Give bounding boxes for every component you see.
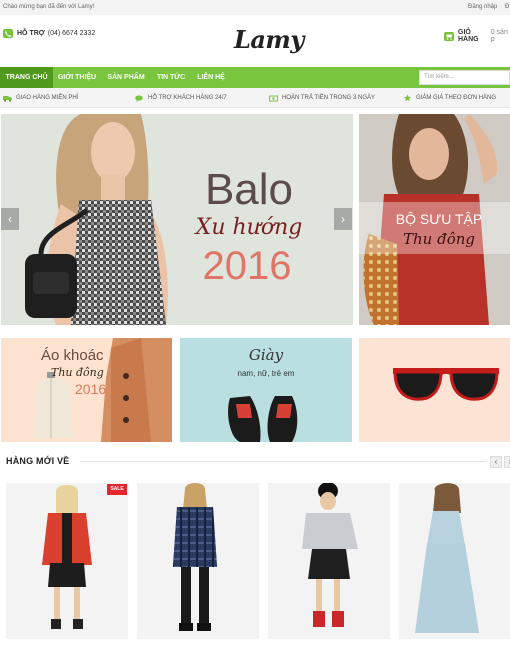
- carousel-prev-button[interactable]: ‹: [490, 456, 502, 468]
- section-title: HÀNG MỚI VỀ: [6, 456, 70, 466]
- hotline-label: HỖ TRỢ: [17, 30, 45, 37]
- product-image: [137, 483, 259, 639]
- hero-image: Balo Xu hướng 2016: [1, 114, 353, 325]
- promo-shoes[interactable]: Giày nam, nữ, trẻ em: [180, 338, 352, 442]
- cart-label: GIỎ HÀNG: [458, 29, 479, 43]
- register-link[interactable]: Đ: [505, 4, 509, 10]
- hotline: HỖ TRỢ (04) 6674 2332: [3, 29, 95, 38]
- promo-sunglasses[interactable]: [359, 338, 510, 442]
- search-input[interactable]: Tìm kiếm...: [419, 70, 510, 85]
- product-image: [268, 483, 390, 639]
- cart-icon: [444, 31, 454, 41]
- collection-image: BỘ SƯU TẬP Thu đông: [359, 114, 510, 325]
- section-divider: [80, 461, 486, 462]
- promo-coat-subtitle: Thu đông: [51, 366, 104, 379]
- product-card[interactable]: [268, 483, 390, 639]
- nav-item-products[interactable]: SẢN PHẨM: [101, 67, 151, 88]
- feature-label: GIAO HÀNG MIỄN PHÍ: [16, 95, 79, 101]
- feature-free-shipping: GIAO HÀNG MIỄN PHÍ: [3, 88, 78, 108]
- promo-sunglasses-image: [359, 338, 510, 442]
- hotline-number: (04) 6674 2332: [47, 30, 96, 37]
- money-icon: [269, 95, 278, 101]
- product-image: [399, 483, 510, 639]
- product-image: [6, 483, 128, 639]
- promo-shoes-title: Giày: [249, 346, 284, 364]
- feature-label: HOÀN TRẢ TIỀN TRONG 3 NGÀY: [282, 95, 376, 101]
- welcome-text: Chào mừng bạn đã đến với Lamy!: [3, 4, 95, 10]
- cart-button[interactable]: GIỎ HÀNG 0 sản p: [444, 29, 510, 43]
- collection-subtitle: Thu đông: [403, 230, 475, 248]
- promo-coat-image: Áo khoác Thu đông 2016: [1, 338, 172, 442]
- page: Chào mừng bạn đã đến với Lamy! Đăng nhập…: [0, 0, 510, 648]
- product-card[interactable]: [399, 483, 510, 639]
- chat-icon: [135, 94, 143, 102]
- truck-icon: [3, 95, 12, 102]
- feature-label: HỖ TRỢ KHÁCH HÀNG 24/7: [148, 95, 227, 101]
- phone-icon: [3, 29, 13, 38]
- hero-year: 2016: [203, 244, 292, 288]
- feature-refund: HOÀN TRẢ TIỀN TRONG 3 NGÀY: [269, 88, 375, 108]
- slider-next-button[interactable]: ›: [334, 208, 352, 230]
- features-strip: GIAO HÀNG MIỄN PHÍ HỖ TRỢ KHÁCH HÀNG 24/…: [0, 88, 510, 108]
- header: HỖ TRỢ (04) 6674 2332 Lamy GIỎ HÀNG 0 sả…: [0, 15, 510, 65]
- main-nav: TRANG CHỦ GIỚI THIỆU SẢN PHẨM TIN TỨC LI…: [0, 67, 510, 88]
- product-card[interactable]: [6, 483, 128, 639]
- sale-badge: SALE: [107, 484, 127, 495]
- nav-item-home[interactable]: TRANG CHỦ: [0, 67, 53, 88]
- top-bar: Chào mừng bạn đã đến với Lamy! Đăng nhập…: [0, 0, 510, 15]
- hero-title: Balo: [205, 165, 293, 214]
- slider-prev-button[interactable]: ‹: [1, 208, 19, 230]
- promo-coat-year: 2016: [75, 381, 106, 397]
- nav-item-about[interactable]: GIỚI THIỆU: [53, 67, 101, 88]
- promo-coat[interactable]: Áo khoác Thu đông 2016: [1, 338, 172, 442]
- promo-shoes-image: Giày nam, nữ, trẻ em: [180, 338, 352, 442]
- feature-discount: GIẢM GIÁ THEO ĐƠN HÀNG: [403, 88, 496, 108]
- hero-subtitle: Xu hướng: [194, 215, 303, 240]
- nav-item-news[interactable]: TIN TỨC: [151, 67, 191, 88]
- feature-label: GIẢM GIÁ THEO ĐƠN HÀNG: [416, 95, 497, 101]
- nav-item-contact[interactable]: LIÊN HỆ: [191, 67, 231, 88]
- collection-banner[interactable]: BỘ SƯU TẬP Thu đông: [359, 114, 510, 325]
- site-logo[interactable]: Lamy: [234, 25, 304, 54]
- star-icon: [403, 94, 412, 102]
- product-card[interactable]: [137, 483, 259, 639]
- feature-support: HỖ TRỢ KHÁCH HÀNG 24/7: [135, 88, 227, 108]
- carousel-next-button[interactable]: ›: [504, 456, 510, 468]
- cart-count: 0 sản p: [490, 29, 508, 43]
- promo-coat-title: Áo khoác: [41, 347, 104, 364]
- collection-title: BỘ SƯU TẬP: [396, 211, 482, 227]
- hero-slider[interactable]: Balo Xu hướng 2016 ‹ ›: [1, 114, 353, 325]
- promo-shoes-subtitle: nam, nữ, trẻ em: [238, 369, 295, 378]
- login-link[interactable]: Đăng nhập: [468, 4, 497, 10]
